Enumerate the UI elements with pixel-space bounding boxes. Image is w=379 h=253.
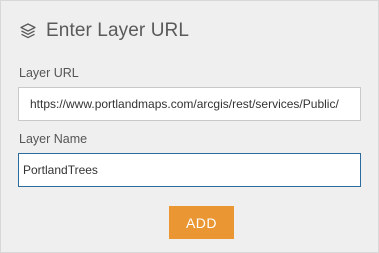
enter-layer-url-panel: Enter Layer URL Layer URL Layer Name ADD: [0, 0, 379, 253]
panel-header: Enter Layer URL: [18, 20, 189, 42]
panel-title: Enter Layer URL: [46, 20, 190, 41]
layers-icon: [20, 23, 36, 39]
layer-name-label: Layer Name: [19, 132, 88, 146]
add-button[interactable]: ADD: [169, 206, 234, 239]
layer-url-label: Layer URL: [19, 66, 79, 80]
layer-url-input[interactable]: [18, 87, 361, 121]
layer-name-input[interactable]: [18, 153, 361, 187]
